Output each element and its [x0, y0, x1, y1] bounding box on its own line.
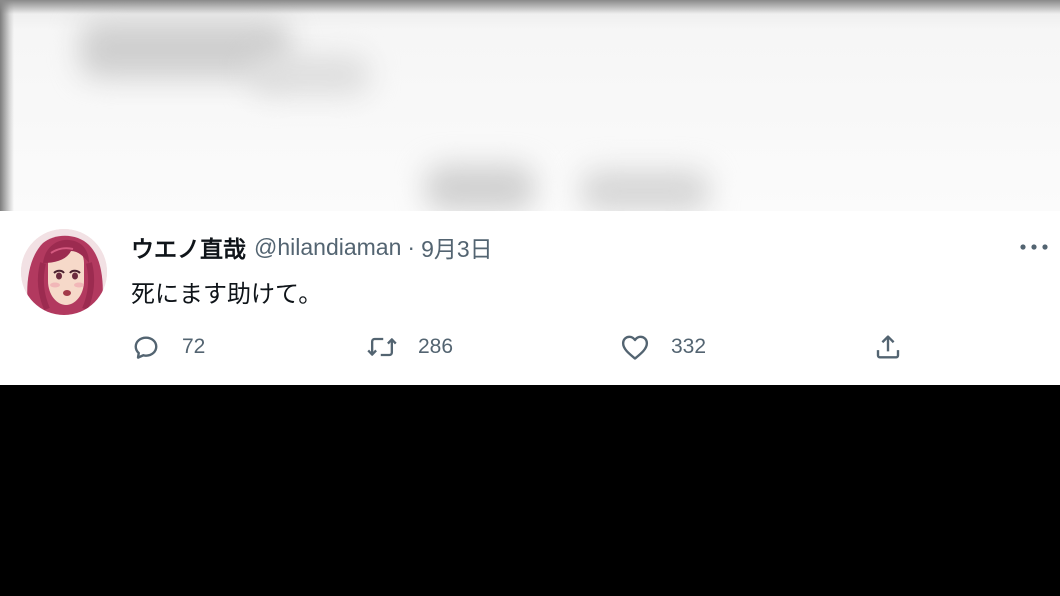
- like-count: 332: [671, 335, 707, 358]
- separator-dot: ·: [407, 233, 416, 260]
- blurred-content-area: [0, 0, 1060, 211]
- reply-count: 72: [182, 335, 206, 358]
- blurred-element: [425, 165, 535, 211]
- avatar-illustration: [21, 229, 107, 315]
- share-button[interactable]: [872, 329, 904, 365]
- blurred-element: [580, 170, 710, 211]
- more-options-button[interactable]: [1016, 233, 1052, 261]
- reply-icon: [130, 331, 162, 363]
- tweet-card[interactable]: ウエノ直哉 @hilandiaman · 9月3日 死にます助けて。 72 28…: [0, 211, 1060, 385]
- screenshot: ウエノ直哉 @hilandiaman · 9月3日 死にます助けて。 72 28…: [0, 0, 1060, 596]
- blurred-element: [250, 55, 370, 95]
- display-name[interactable]: ウエノ直哉: [131, 230, 246, 264]
- retweet-button[interactable]: 286: [366, 329, 453, 365]
- user-handle[interactable]: @hilandiaman: [254, 234, 401, 261]
- share-icon: [872, 331, 904, 363]
- reply-button[interactable]: 72: [130, 329, 205, 365]
- more-options-icon: [1020, 244, 1048, 250]
- heart-icon: [619, 331, 651, 363]
- tweet-header: ウエノ直哉 @hilandiaman · 9月3日: [131, 230, 493, 264]
- retweet-count: 286: [418, 335, 454, 358]
- like-button[interactable]: 332: [619, 329, 706, 365]
- retweet-icon: [366, 331, 398, 363]
- tweet-text: 死にます助けて。: [131, 281, 323, 308]
- black-bottom-area: [0, 385, 1060, 596]
- avatar[interactable]: [21, 229, 107, 315]
- tweet-date[interactable]: 9月3日: [421, 230, 493, 264]
- tweet-actions: 72 286 332: [0, 329, 1060, 365]
